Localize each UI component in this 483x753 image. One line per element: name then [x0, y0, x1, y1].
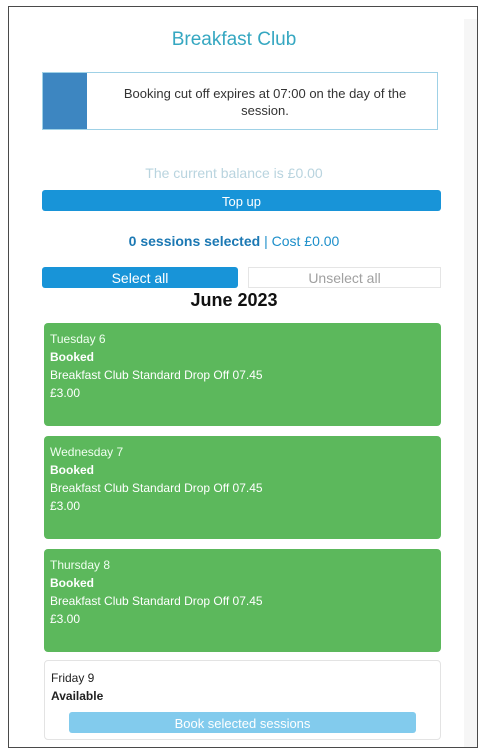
select-all-button[interactable]: Select all	[42, 267, 238, 288]
notice-text: Booking cut off expires at 07:00 on the …	[123, 86, 407, 118]
session-price: £3.00	[50, 499, 81, 513]
session-card[interactable]: Wednesday 7 Booked Breakfast Club Standa…	[44, 436, 441, 539]
session-card[interactable]: Tuesday 6 Booked Breakfast Club Standard…	[44, 323, 441, 426]
page-title: Breakfast Club	[171, 29, 297, 50]
selection-summary: 0 sessions selected | Cost £0.00	[9, 233, 459, 249]
session-price: £3.00	[50, 386, 81, 400]
notice-accent-bar	[43, 73, 87, 129]
sessions-selected-count: 0 sessions selected	[128, 233, 261, 249]
session-status: Available	[51, 689, 104, 703]
session-card[interactable]: Thursday 8 Booked Breakfast Club Standar…	[44, 549, 441, 652]
top-up-button[interactable]: Top up	[42, 190, 441, 211]
session-name: Breakfast Club Standard Drop Off 07.45	[50, 594, 263, 608]
session-price: £3.00	[50, 612, 81, 626]
selection-cost: Cost £0.00	[271, 233, 340, 249]
unselect-all-button[interactable]: Unselect all	[248, 267, 441, 288]
session-status: Booked	[50, 350, 95, 364]
balance-text: The current balance is £0.00	[145, 165, 323, 181]
month-heading: June 2023	[190, 290, 278, 310]
session-status: Booked	[50, 576, 95, 590]
session-name: Breakfast Club Standard Drop Off 07.45	[50, 481, 263, 495]
session-day: Thursday 8	[50, 558, 111, 572]
session-day: Friday 9	[51, 671, 95, 685]
cutoff-notice: Booking cut off expires at 07:00 on the …	[42, 72, 438, 130]
selection-separator: |	[260, 233, 272, 249]
session-name: Breakfast Club Standard Drop Off 07.45	[50, 368, 263, 382]
scrollbar[interactable]	[464, 19, 477, 747]
page-frame: Breakfast Club Booking cut off expires a…	[8, 6, 478, 748]
book-selected-sessions-button[interactable]: Book selected sessions	[69, 712, 416, 733]
session-day: Wednesday 7	[50, 445, 124, 459]
session-status: Booked	[50, 463, 95, 477]
session-day: Tuesday 6	[50, 332, 106, 346]
